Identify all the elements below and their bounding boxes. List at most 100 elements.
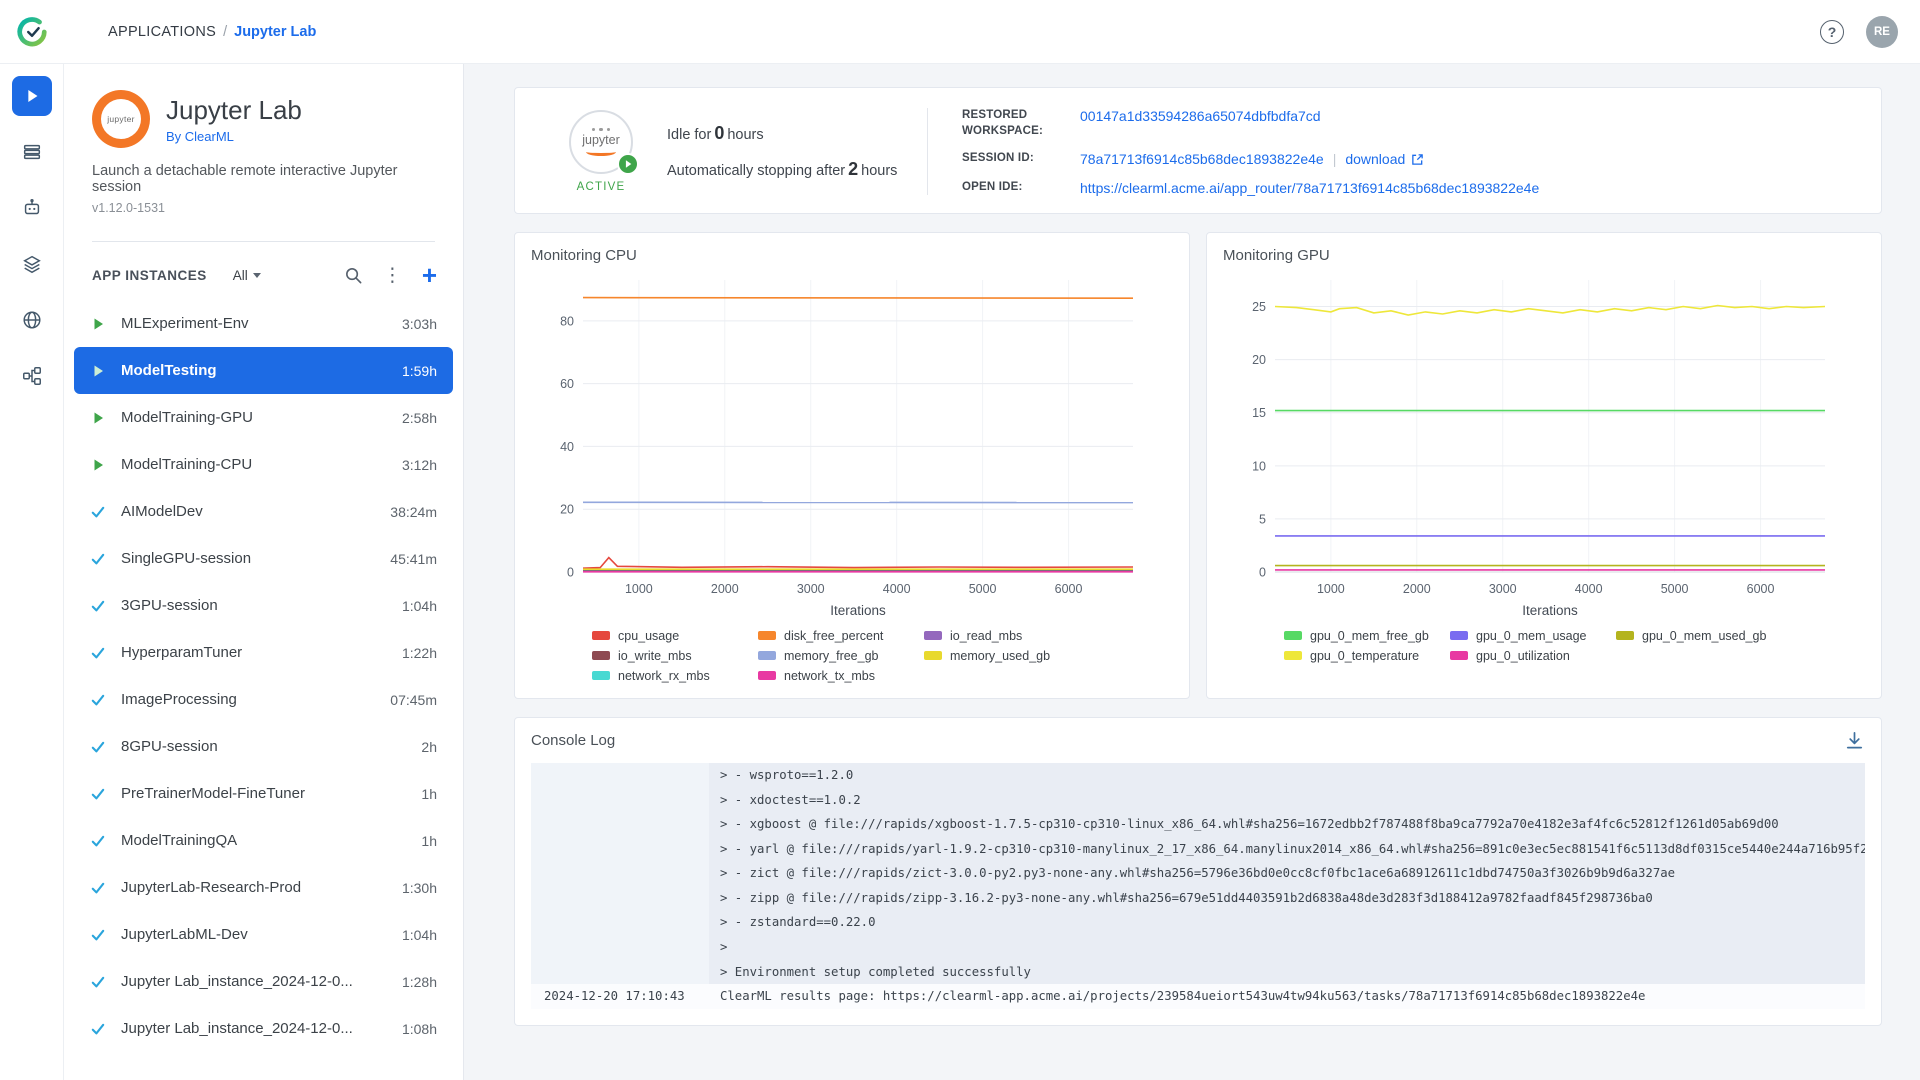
svg-text:5000: 5000 (1661, 582, 1689, 596)
legend-label: memory_used_gb (950, 649, 1050, 663)
log-text: > - yarl @ file:///rapids/yarl-1.9.2-cp3… (709, 842, 1865, 856)
cpu-chart[interactable]: 100020003000400050006000020406080Iterati… (531, 266, 1173, 622)
nav-pipelines-icon[interactable] (12, 356, 52, 396)
list-item[interactable]: MLExperiment-Env3:03h (74, 300, 453, 347)
add-instance-button[interactable]: + (422, 262, 437, 288)
legend-item[interactable]: disk_free_percent (758, 629, 924, 643)
legend-item[interactable]: gpu_0_temperature (1284, 649, 1450, 663)
legend-item[interactable]: gpu_0_mem_usage (1450, 629, 1616, 643)
log-line: > - xdoctest==1.0.2 (531, 787, 1865, 812)
open-ide-link[interactable]: https://clearml.acme.ai/app_router/78a71… (1080, 180, 1539, 197)
breadcrumb: APPLICATIONS / Jupyter Lab (108, 24, 316, 40)
instance-duration: 2h (411, 739, 437, 755)
legend-label: gpu_0_mem_usage (1476, 629, 1587, 643)
list-item[interactable]: ModelTrainingQA1h (74, 817, 453, 864)
instance-duration: 1:22h (392, 645, 437, 661)
legend-item[interactable]: memory_used_gb (924, 649, 1090, 663)
nav-queues-icon[interactable] (12, 132, 52, 172)
jupyter-dots-icon (592, 128, 611, 132)
list-item[interactable]: Jupyter Lab_instance_2024-12-0...1:08h (74, 1005, 453, 1052)
nav-agents-icon[interactable] (12, 188, 52, 228)
instance-duration: 1:30h (392, 880, 437, 896)
play-badge-icon (617, 153, 639, 175)
list-item[interactable]: SingleGPU-session45:41m (74, 535, 453, 582)
list-item[interactable]: HyperparamTuner1:22h (74, 629, 453, 676)
instance-duration: 1h (411, 833, 437, 849)
list-item[interactable]: PreTrainerModel-FineTuner1h (74, 770, 453, 817)
legend-item[interactable]: network_tx_mbs (758, 669, 924, 683)
download-link[interactable]: download (1345, 151, 1405, 168)
byline-link[interactable]: By ClearML (166, 129, 302, 144)
list-item[interactable]: JupyterLab-Research-Prod 1:30h (74, 864, 453, 911)
breadcrumb-applications[interactable]: APPLICATIONS (108, 24, 216, 40)
instance-name: Jupyter Lab_instance_2024-12-0... (121, 973, 353, 990)
svg-text:4000: 4000 (1575, 582, 1603, 596)
instance-duration: 1:59h (392, 363, 437, 379)
nav-hyperdatasets-icon[interactable] (12, 300, 52, 340)
restored-workspace-label: RESTORED WORKSPACE: (962, 108, 1080, 139)
session-id-value[interactable]: 78a71713f6914c85b68dec1893822e4e (1080, 151, 1324, 168)
gpu-chart[interactable]: 1000200030004000500060000510152025Iterat… (1223, 266, 1865, 622)
svg-text:0: 0 (567, 565, 574, 579)
legend-label: gpu_0_temperature (1310, 649, 1419, 663)
instance-name: SingleGPU-session (121, 550, 251, 567)
log-text: > - wsproto==1.2.0 (709, 768, 853, 782)
list-item[interactable]: ImageProcessing07:45m (74, 676, 453, 723)
instance-duration: 3:03h (392, 316, 437, 332)
log-line: 2024-12-20 17:10:43ClearML results page:… (531, 984, 1865, 1009)
list-item[interactable]: ModelTraining-GPU2:58h (74, 394, 453, 441)
instance-name: JupyterLab-Research-Prod (121, 879, 301, 896)
log-line: > - zstandard==0.22.0 (531, 910, 1865, 935)
clearml-logo[interactable] (0, 15, 64, 49)
gpu-chart-legend: gpu_0_mem_free_gb gpu_0_mem_usage gpu_0_me… (1284, 626, 1804, 666)
kebab-menu-icon[interactable]: ⋮ (383, 266, 402, 285)
check-status-icon (90, 1020, 107, 1037)
play-status-icon (90, 409, 107, 426)
legend-item[interactable]: gpu_0_mem_free_gb (1284, 629, 1450, 643)
list-item[interactable]: JupyterLabML-Dev1:04h (74, 911, 453, 958)
legend-label: memory_free_gb (784, 649, 879, 663)
search-icon[interactable] (344, 266, 363, 285)
download-log-icon[interactable] (1844, 730, 1865, 751)
legend-item[interactable]: io_write_mbs (592, 649, 758, 663)
status-badge: ACTIVE (561, 181, 641, 193)
legend-swatch (924, 651, 942, 660)
instances-filter-dropdown[interactable]: All (233, 268, 261, 283)
cpu-chart-title: Monitoring CPU (531, 247, 1173, 264)
list-item[interactable]: 3GPU-session1:04h (74, 582, 453, 629)
list-item[interactable]: ModelTraining-CPU3:12h (74, 441, 453, 488)
play-status-icon (90, 362, 107, 379)
list-item[interactable]: ModelTesting1:59h (74, 347, 453, 394)
instance-duration: 38:24m (380, 504, 437, 520)
session-id-row: SESSION ID: 78a71713f6914c85b68dec189382… (962, 151, 1539, 168)
app-version: v1.12.0-1531 (92, 201, 435, 215)
svg-text:6000: 6000 (1747, 582, 1775, 596)
log-text: > (709, 940, 727, 954)
nav-datasets-icon[interactable] (12, 244, 52, 284)
console-log-title: Console Log (531, 732, 615, 749)
svg-text:4000: 4000 (883, 582, 911, 596)
help-icon[interactable]: ? (1820, 20, 1844, 44)
legend-item[interactable]: gpu_0_mem_used_gb (1616, 629, 1782, 643)
svg-text:10: 10 (1252, 459, 1266, 473)
legend-item[interactable]: cpu_usage (592, 629, 758, 643)
gpu-chart-title: Monitoring GPU (1223, 247, 1865, 264)
legend-item[interactable]: network_rx_mbs (592, 669, 758, 683)
idle-status-text: Idle for0hours (667, 123, 917, 144)
console-log-body[interactable]: > - wsproto==1.2.0 > - xdoctest==1.0.2 > -… (531, 763, 1865, 1009)
jupyter-status-badge: jupyter ACTIVE (561, 110, 641, 193)
nav-applications-icon[interactable] (12, 76, 52, 116)
legend-item[interactable]: memory_free_gb (758, 649, 924, 663)
instance-duration: 1:04h (392, 598, 437, 614)
legend-item[interactable]: gpu_0_utilization (1450, 649, 1616, 663)
list-item[interactable]: Jupyter Lab_instance_2024-12-0...1:28h (74, 958, 453, 1005)
avatar[interactable]: RE (1866, 16, 1898, 48)
legend-item[interactable]: io_read_mbs (924, 629, 1090, 643)
check-status-icon (90, 973, 107, 990)
restored-workspace-value[interactable]: 00147a1d33594286a65074dbfbdfa7cd (1080, 108, 1321, 125)
list-item[interactable]: 8GPU-session2h (74, 723, 453, 770)
autostop-status-text: Automatically stopping after2hours (667, 159, 917, 180)
legend-label: network_tx_mbs (784, 669, 875, 683)
log-line: > - wsproto==1.2.0 (531, 763, 1865, 788)
list-item[interactable]: AIModelDev38:24m (74, 488, 453, 535)
